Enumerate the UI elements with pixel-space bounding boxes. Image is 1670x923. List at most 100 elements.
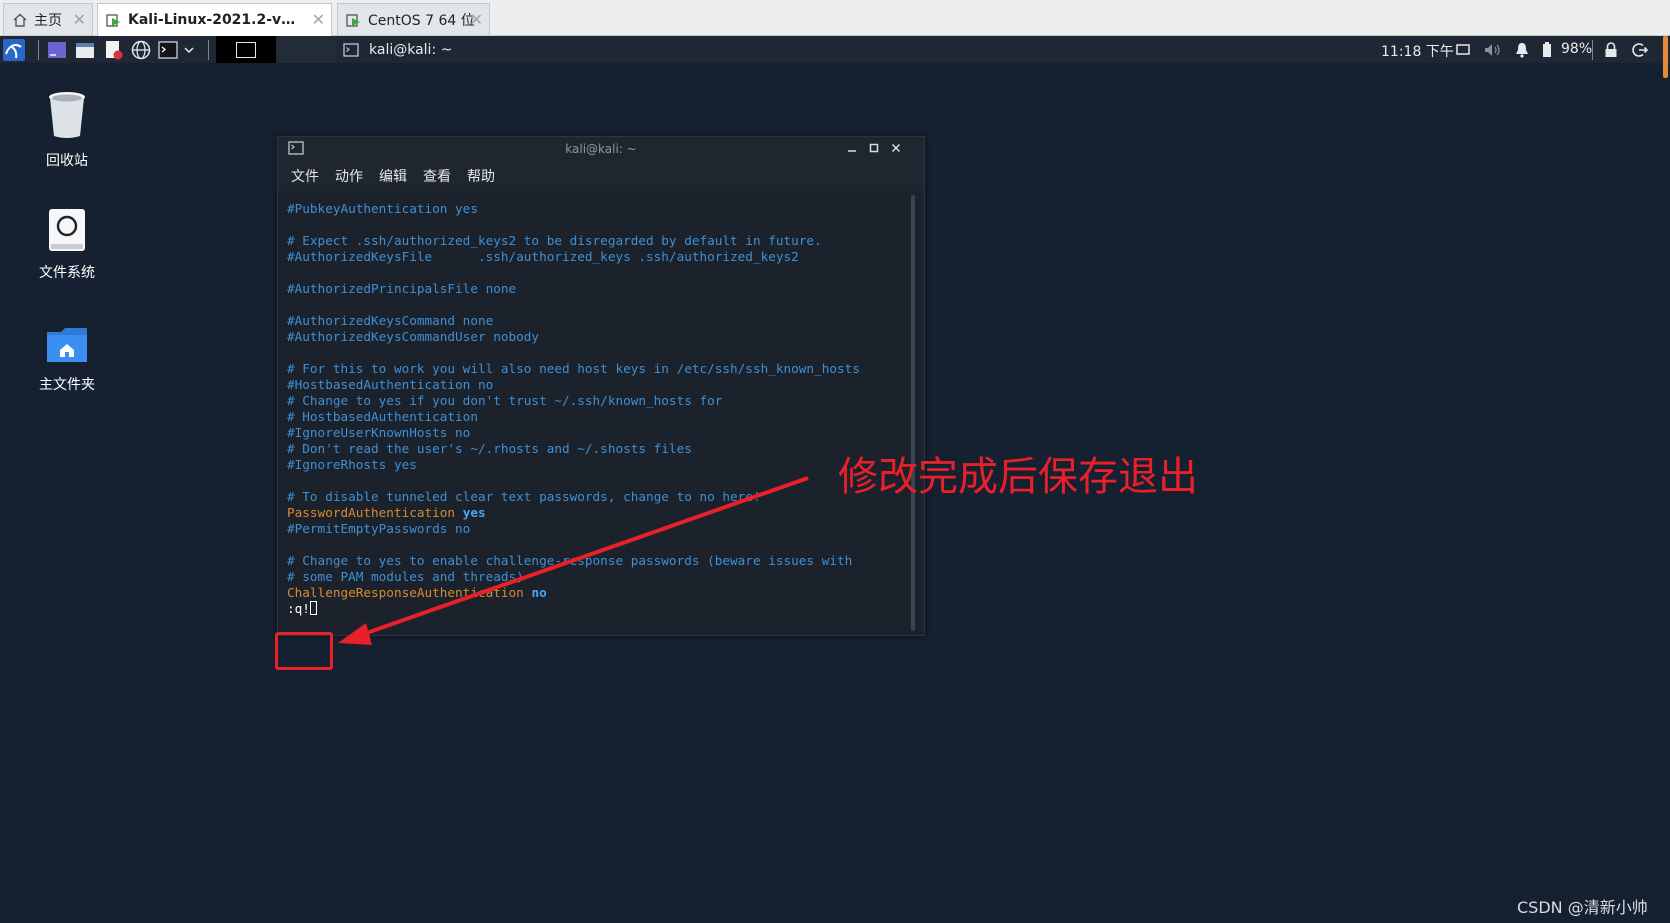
terminal-line-text: #AuthorizedPrincipalsFile none [287,281,517,296]
terminal-line: #AuthorizedKeysFile .ssh/authorized_keys… [287,249,860,265]
annotation-highlight-box [275,632,333,670]
tab-close-icon[interactable]: ✕ [73,12,86,28]
terminal-line-text: # HostbasedAuthentication [287,409,478,424]
terminal-line-text: #PubkeyAuthentication yes [287,201,478,216]
terminal-line: # Change to yes to enable challenge-resp… [287,553,860,569]
terminal-line-text: # To disable tunneled clear text passwor… [287,489,761,504]
home-icon [12,12,28,28]
top-panel: kali@kali: ~ 11:18 下午 98% [0,36,1670,63]
menu-actions[interactable]: 动作 [335,166,363,186]
terminal-line-text: #AuthorizedKeysCommand none [287,313,494,328]
terminal-line: #AuthorizedKeysCommandUser nobody [287,329,860,345]
terminal-icon[interactable] [157,39,179,61]
taskbar-terminal-label: kali@kali: ~ [369,41,453,58]
terminal-line-text: # For this to work you will also need ho… [287,361,860,376]
tab-close-icon[interactable]: ✕ [312,12,325,28]
tab-close-icon[interactable]: ✕ [470,12,483,28]
lock-icon[interactable] [1602,39,1620,61]
panel-separator [208,40,209,60]
terminal-line: #PubkeyAuthentication yes [287,201,860,217]
terminal-window[interactable]: kali@kali: ~ 文件 动作 编辑 查看 帮助 #PubkeyAuthe… [277,136,925,636]
tab-home-label: 主页 [34,12,62,29]
maximize-icon[interactable] [866,141,882,157]
desktop-trash[interactable]: 回收站 [12,90,122,170]
panel-separator [1592,40,1593,60]
terminal-line-text: PasswordAuthentication [287,505,463,520]
terminal-line: # To disable tunneled clear text passwor… [287,489,860,505]
file-manager-icon[interactable] [74,39,96,61]
notification-icon[interactable] [1513,39,1531,61]
terminal-line: # Expect .ssh/authorized_keys2 to be dis… [287,233,860,249]
terminal-line-text: #IgnoreUserKnownHosts no [287,425,471,440]
display-icon[interactable] [1454,39,1472,61]
workspace-1-icon[interactable] [216,36,276,63]
desktop-trash-label: 回收站 [46,153,88,169]
workspace-2-icon[interactable] [277,36,335,63]
watermark: CSDN @清新小帅 [1517,898,1648,917]
terminal-line: #PermitEmptyPasswords no [287,521,860,537]
desktop-filesystem[interactable]: 文件系统 [12,208,122,282]
desktop-icon[interactable] [46,39,68,61]
terminal-icon [343,42,359,57]
trash-icon [45,90,89,140]
menu-view[interactable]: 查看 [423,166,451,186]
terminal-titlebar[interactable]: kali@kali: ~ [278,137,924,161]
desktop-home-folder[interactable]: 主文件夹 [12,326,122,394]
chevron-down-icon[interactable] [182,39,196,61]
terminal-line-text: ChallengeResponseAuthentication [287,585,532,600]
terminal-line: # For this to work you will also need ho… [287,361,860,377]
terminal-line: # some PAM modules and threads) [287,569,860,585]
terminal-line: #IgnoreUserKnownHosts no [287,425,860,441]
terminal-line: PasswordAuthentication yes [287,505,860,521]
minimize-icon[interactable] [844,141,860,157]
tab-home[interactable]: 主页 ✕ [3,3,93,35]
kali-menu-icon[interactable] [2,39,26,61]
home-folder-icon [45,326,89,364]
vm-scrollbar-thumb[interactable] [1663,36,1668,78]
panel-separator [38,40,39,60]
vm-icon [346,12,362,28]
desktop-home-folder-label: 主文件夹 [39,377,95,393]
logout-icon[interactable] [1630,39,1650,61]
browser-icon[interactable] [130,39,152,61]
terminal-line-value: yes [462,505,486,520]
volume-icon[interactable] [1483,39,1503,61]
terminal-scrollbar[interactable] [911,195,915,631]
terminal-title: kali@kali: ~ [565,142,637,156]
terminal-line-text: #IgnoreRhosts yes [287,457,417,472]
terminal-line-text: # Don't read the user's ~/.rhosts and ~/… [287,441,692,456]
terminal-line-text: #HostbasedAuthentication no [287,377,494,392]
menu-file[interactable]: 文件 [291,166,319,186]
tab-kali-vm[interactable]: Kali-Linux-2021.2-vmware-a... ✕ [97,3,332,36]
text-cursor [309,601,317,615]
close-icon[interactable] [888,141,904,157]
terminal-line: #IgnoreRhosts yes [287,457,860,473]
terminal-line: # Change to yes if you don't trust ~/.ss… [287,393,860,409]
terminal-line: :q! [287,601,860,617]
tab-centos-vm[interactable]: CentOS 7 64 位 ✕ [337,3,490,35]
battery-percentage: 98% [1561,41,1593,57]
terminal-line: #AuthorizedPrincipalsFile none [287,281,860,297]
terminal-line: #AuthorizedKeysCommand none [287,313,860,329]
taskbar-terminal-button[interactable]: kali@kali: ~ [343,36,452,63]
tab-kali-label: Kali-Linux-2021.2-vmware-a... [128,12,308,28]
terminal-line-text: # Expect .ssh/authorized_keys2 to be dis… [287,233,822,248]
text-editor-icon[interactable] [103,39,125,61]
terminal-line: #HostbasedAuthentication no [287,377,860,393]
panel-clock[interactable]: 11:18 下午 [1381,41,1454,61]
menu-help[interactable]: 帮助 [467,166,495,186]
terminal-content[interactable]: #PubkeyAuthentication yes # Expect .ssh/a… [278,191,924,635]
vim-buffer: #PubkeyAuthentication yes # Expect .ssh/a… [287,201,860,617]
terminal-line-value: no [531,585,547,600]
battery-icon [1540,39,1554,61]
annotation-caption: 修改完成后保存退出 [838,454,1198,500]
menu-edit[interactable]: 编辑 [379,166,407,186]
terminal-line-text: # Change to yes to enable challenge-resp… [287,553,853,568]
vm-icon [106,12,122,28]
